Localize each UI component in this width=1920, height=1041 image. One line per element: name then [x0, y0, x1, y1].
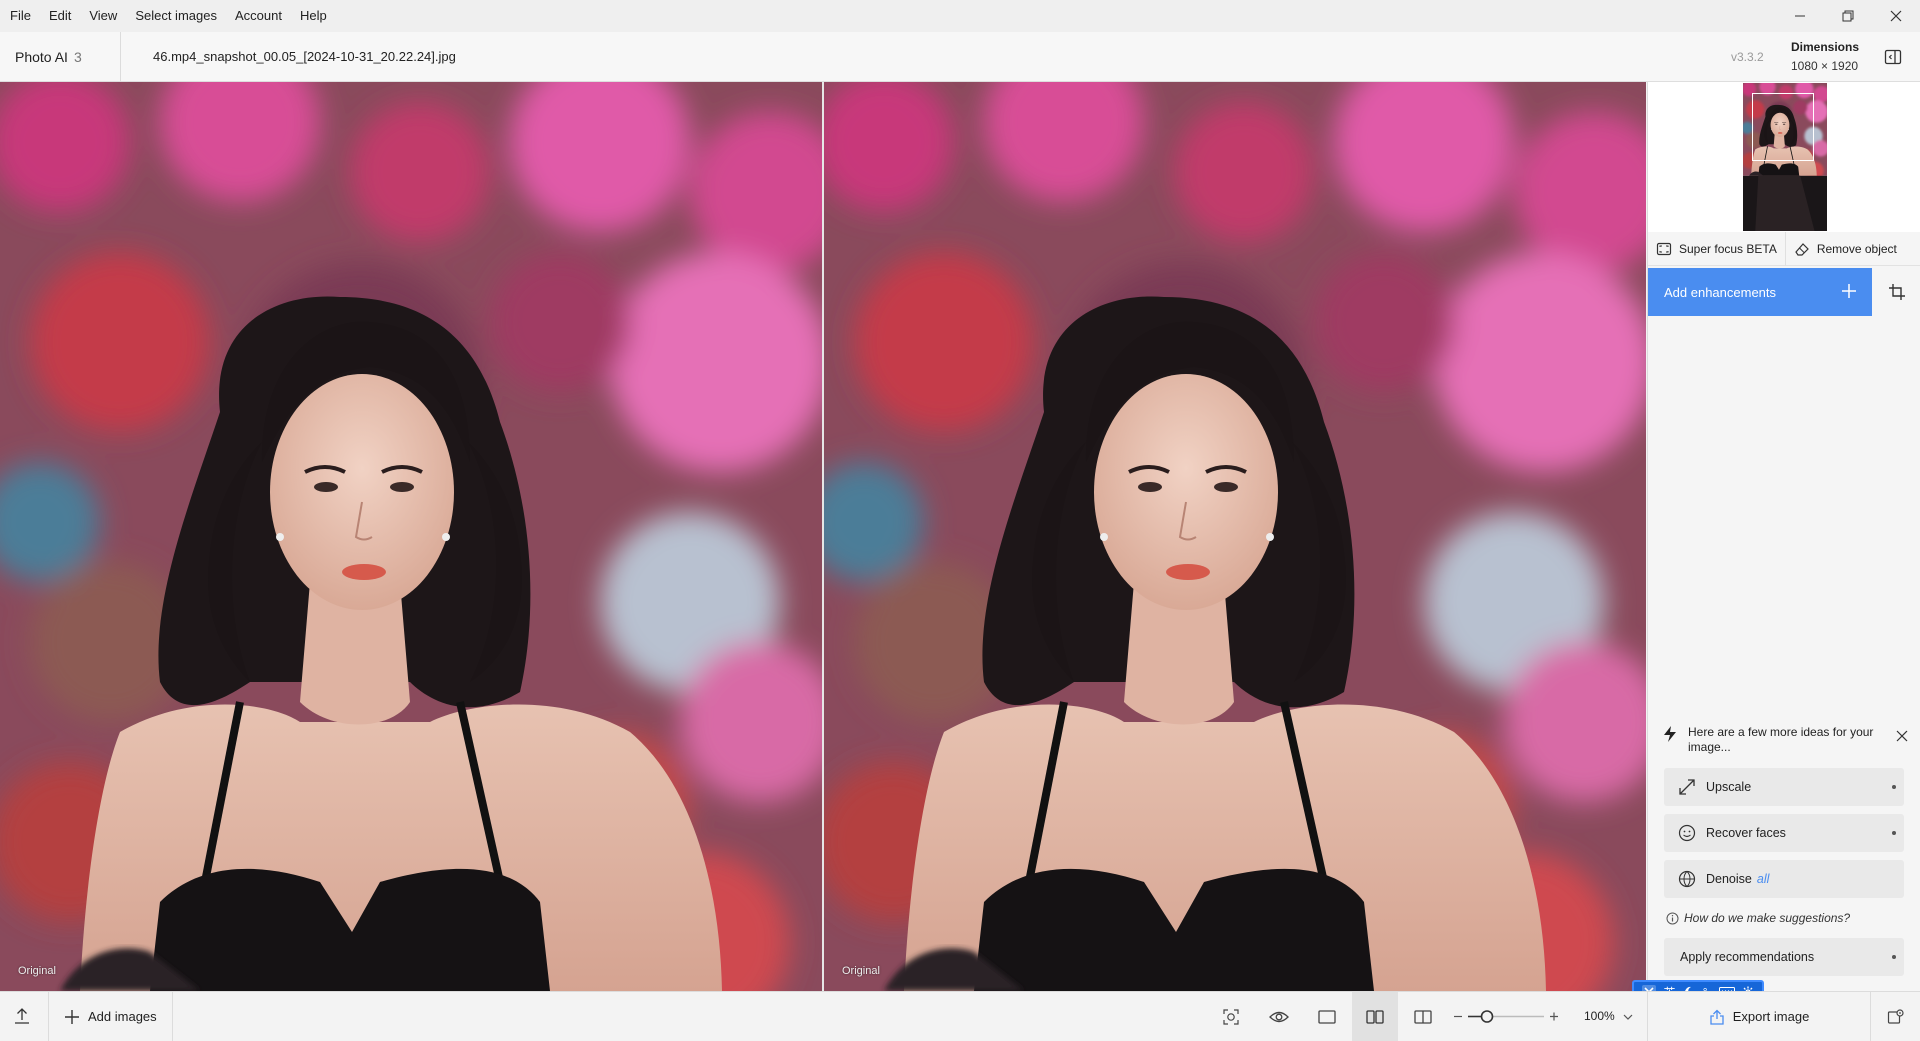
restore-icon [1842, 10, 1854, 22]
original-label-right: Original [842, 965, 880, 977]
zoom-value: 100% [1584, 1009, 1615, 1023]
super-focus-label: Super focus BETA [1679, 241, 1777, 256]
upload-button[interactable] [12, 1006, 32, 1026]
suggestion-tag: all [1756, 872, 1770, 886]
suggestion-label: Upscale [1706, 780, 1752, 794]
zoom-slider[interactable] [1452, 992, 1560, 1041]
dimensions-label: Dimensions [1791, 40, 1860, 54]
eye-icon [1269, 1011, 1289, 1022]
ideas-close-button[interactable] [1896, 730, 1908, 742]
face-icon [1678, 824, 1696, 842]
export-settings-button[interactable] [1870, 992, 1920, 1041]
navigator [1648, 82, 1920, 232]
preview-viewer[interactable]: Original [824, 82, 1647, 991]
info-icon [1666, 912, 1679, 924]
menu-edit[interactable]: Edit [40, 0, 80, 32]
add-enhancements-label: Add enhancements [1664, 284, 1777, 300]
status-dot [1892, 831, 1896, 835]
remove-object-label: Remove object [1816, 241, 1897, 256]
file-name: 46.mp4_snapshot_00.05_[2024-10-31_20.22.… [153, 49, 456, 64]
suggestion-label: Denoise [1706, 872, 1752, 886]
zoom-level-select[interactable]: 100% [1584, 992, 1633, 1041]
ideas-heading: Here are a few more ideas for your image… [1662, 725, 1912, 755]
add-images-button[interactable]: Add images [64, 992, 157, 1041]
close-button[interactable] [1872, 0, 1920, 32]
sidebar-toggle-icon [1884, 49, 1902, 65]
single-view-button[interactable] [1304, 992, 1350, 1041]
ideas-heading-text: Here are a few more ideas for your image… [1688, 725, 1874, 754]
app-major-version: 3 [73, 49, 82, 65]
restore-button[interactable] [1824, 0, 1872, 32]
upscale-icon [1679, 779, 1695, 795]
app-version: v3.3.2 [1731, 50, 1764, 64]
original-label-left: Original [18, 965, 56, 977]
side-by-side-icon [1366, 1009, 1384, 1024]
denoise-icon [1678, 870, 1696, 888]
face-detect-button[interactable] [1208, 992, 1254, 1041]
close-icon [1896, 730, 1908, 742]
add-images-label: Add images [88, 1009, 157, 1024]
menu-account[interactable]: Account [226, 0, 291, 32]
suggestion-label: Recover faces [1706, 826, 1786, 840]
how-suggestions-text: How do we make suggestions? [1684, 911, 1851, 925]
bottom-divider [48, 992, 49, 1041]
plus-icon [1842, 284, 1856, 298]
app-name: Photo AI [15, 49, 68, 65]
dimensions-info: Dimensions 1080 × 1920 [1791, 38, 1859, 76]
suggestion-recover-faces[interactable]: Recover faces [1664, 814, 1904, 852]
export-image-label: Export image [1732, 1009, 1810, 1024]
plus-icon [65, 1009, 79, 1024]
face-detect-icon [1223, 1008, 1239, 1025]
menu-select-images[interactable]: Select images [126, 0, 226, 32]
menu-help[interactable]: Help [291, 0, 336, 32]
split-view-icon [1414, 1009, 1432, 1024]
upload-icon [15, 1008, 29, 1024]
preview-toggle-button[interactable] [1256, 992, 1302, 1041]
crop-icon [1888, 284, 1905, 300]
navigator-thumbnail[interactable] [1743, 83, 1827, 231]
app-title: Photo AI 3 [15, 32, 82, 82]
close-icon [1890, 10, 1902, 22]
export-image-button[interactable]: Export image [1647, 992, 1870, 1041]
navigator-viewport[interactable] [1752, 93, 1814, 161]
single-view-icon [1318, 1009, 1336, 1024]
split-view-button[interactable] [1400, 992, 1446, 1041]
sidebar-toggle-button[interactable] [1880, 44, 1906, 70]
menu-file[interactable]: File [0, 0, 40, 32]
bottom-divider [172, 992, 173, 1041]
side-by-side-view-button[interactable] [1352, 992, 1398, 1041]
bottom-bar: Add images 100% Export image [0, 991, 1920, 1041]
suggestion-denoise[interactable]: Denoise all [1664, 860, 1904, 898]
status-dot [1892, 785, 1896, 789]
zoom-slider-graphic [1454, 1010, 1558, 1023]
original-viewer[interactable]: Original [0, 82, 822, 991]
eraser-icon [1795, 242, 1809, 256]
tool-row: Super focus BETA Remove object [1648, 231, 1920, 266]
crop-button[interactable] [1872, 268, 1920, 316]
minimize-button[interactable] [1776, 0, 1824, 32]
suggestion-upscale[interactable]: Upscale [1664, 768, 1904, 806]
original-image [0, 82, 822, 991]
menu-bar: File Edit View Select images Account Hel… [0, 0, 1920, 32]
remove-object-button[interactable]: Remove object [1786, 232, 1905, 266]
how-suggestions-link[interactable]: How do we make suggestions? [1666, 911, 1850, 925]
apply-recommendations-label: Apply recommendations [1680, 950, 1815, 964]
lightning-icon [1664, 726, 1676, 742]
dimensions-value: 1080 × 1920 [1791, 59, 1859, 73]
minimize-icon [1795, 15, 1805, 17]
app-header: Photo AI 3 46.mp4_snapshot_00.05_[2024-10… [0, 32, 1920, 82]
super-focus-button[interactable]: Super focus BETA [1648, 232, 1785, 266]
right-panel: Super focus BETA Remove object Add enhan… [1647, 82, 1920, 991]
preview-image [824, 82, 1646, 991]
add-enhancements-button[interactable]: Add enhancements [1648, 268, 1872, 316]
chevron-down-icon [1623, 1014, 1633, 1020]
export-settings-icon [1887, 1008, 1904, 1024]
super-focus-icon [1656, 242, 1672, 255]
status-dot [1892, 955, 1896, 959]
header-divider [120, 32, 121, 82]
menu-view[interactable]: View [80, 0, 126, 32]
share-icon [1710, 1009, 1724, 1025]
apply-recommendations-button[interactable]: Apply recommendations [1664, 938, 1904, 976]
